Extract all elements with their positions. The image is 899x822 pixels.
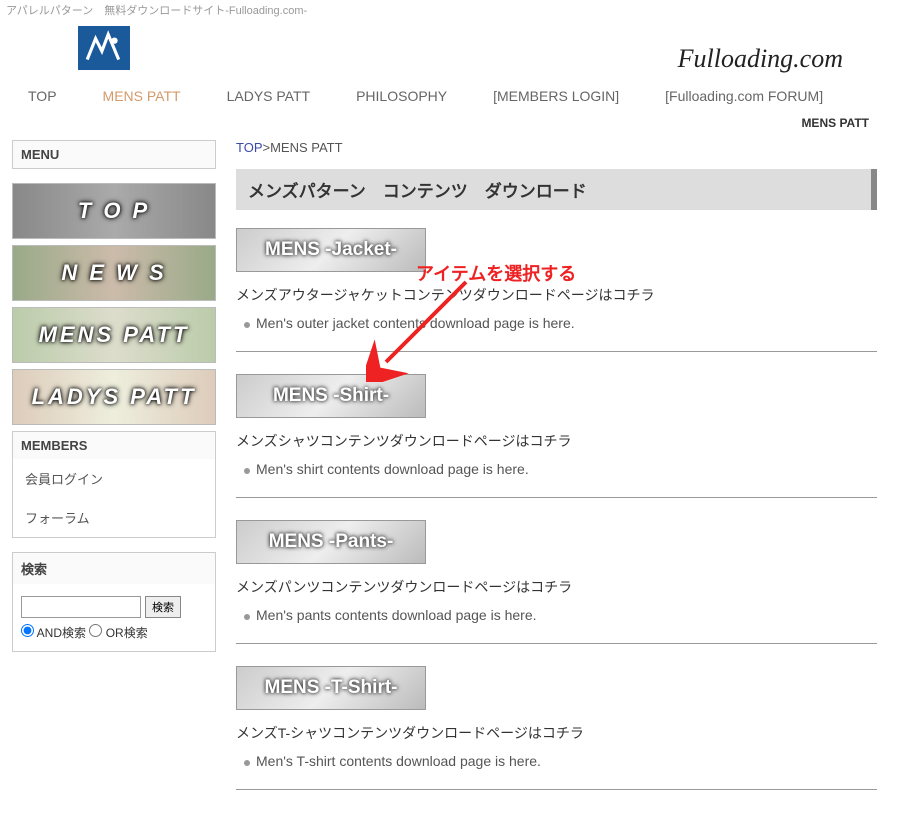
nav-members-login[interactable]: [MEMBERS LOGIN] [493, 88, 619, 104]
search-or-radio[interactable] [89, 624, 102, 637]
item-jacket: MENS -Jacket- メンズアウタージャケットコンテンツダウンロードページ… [236, 228, 877, 352]
members-forum-link[interactable]: フォーラム [13, 498, 215, 537]
nav-forum[interactable]: [Fulloading.com FORUM] [665, 88, 823, 104]
item-tshirt-button[interactable]: MENS -T-Shirt- [236, 666, 426, 710]
section-label: MENS PATT [0, 116, 899, 130]
item-shirt-caption: MENS -Shirt- [237, 375, 425, 417]
sidebar-mens-label: MENS PATT [13, 308, 215, 362]
sidebar: MENU T O P N E W S MENS PATT LADYS PATT … [12, 140, 216, 812]
search-and-label: AND検索 [37, 626, 86, 640]
brand-name: Fulloading.com [678, 44, 843, 74]
item-jacket-desc-en: Men's outer jacket contents download pag… [236, 315, 877, 331]
item-jacket-button[interactable]: MENS -Jacket- [236, 228, 426, 272]
members-login-link[interactable]: 会員ログイン [13, 459, 215, 498]
search-or-option[interactable]: OR検索 [89, 626, 147, 640]
logo[interactable] [78, 26, 130, 70]
search-and-radio[interactable] [21, 624, 34, 637]
sidebar-ladys-label: LADYS PATT [13, 370, 215, 424]
sidebar-members-title: MEMBERS [13, 432, 215, 459]
item-shirt-desc-en: Men's shirt contents download page is he… [236, 461, 877, 477]
item-jacket-desc-jp: メンズアウタージャケットコンテンツダウンロードページはコチラ [236, 285, 877, 305]
breadcrumb-top[interactable]: TOP [236, 140, 263, 155]
item-pants-desc-jp: メンズパンツコンテンツダウンロードページはコチラ [236, 577, 877, 597]
item-shirt: MENS -Shirt- メンズシャツコンテンツダウンロードページはコチラ Me… [236, 374, 877, 498]
search-button[interactable]: 検索 [145, 596, 181, 618]
site-tagline: アパレルパターン 無料ダウンロードサイト-Fulloading.com- [0, 0, 899, 20]
sidebar-top-label: T O P [13, 184, 215, 238]
item-shirt-desc-jp: メンズシャツコンテンツダウンロードページはコチラ [236, 431, 877, 451]
sidebar-top-button[interactable]: T O P [12, 183, 216, 239]
sidebar-ladys-button[interactable]: LADYS PATT [12, 369, 216, 425]
item-pants-caption: MENS -Pants- [237, 521, 425, 563]
item-jacket-caption: MENS -Jacket- [237, 229, 425, 271]
nav-ladys-patt[interactable]: LADYS PATT [227, 88, 311, 104]
sidebar-search-title: 検索 [13, 553, 215, 584]
breadcrumb-sep: > [263, 140, 271, 155]
search-and-option[interactable]: AND検索 [21, 626, 86, 640]
sidebar-menu-title: MENU [13, 141, 215, 168]
item-pants-button[interactable]: MENS -Pants- [236, 520, 426, 564]
item-tshirt-desc-jp: メンズT-シャツコンテンツダウンロードページはコチラ [236, 723, 877, 743]
search-input[interactable] [21, 596, 141, 618]
breadcrumb-current: MENS PATT [270, 140, 342, 155]
item-pants: MENS -Pants- メンズパンツコンテンツダウンロードページはコチラ Me… [236, 520, 877, 644]
header: Fulloading.com [0, 20, 899, 80]
item-tshirt: MENS -T-Shirt- メンズT-シャツコンテンツダウンロードページはコチ… [236, 666, 877, 790]
main-nav: TOP MENS PATT LADYS PATT PHILOSOPHY [MEM… [0, 80, 899, 116]
search-or-label: OR検索 [106, 626, 148, 640]
sidebar-news-button[interactable]: N E W S [12, 245, 216, 301]
item-tshirt-caption: MENS -T-Shirt- [237, 667, 425, 709]
item-pants-desc-en: Men's pants contents download page is he… [236, 607, 877, 623]
page-title: メンズパターン コンテンツ ダウンロード [236, 169, 877, 210]
nav-mens-patt[interactable]: MENS PATT [103, 88, 181, 104]
breadcrumb: TOP>MENS PATT [236, 140, 877, 155]
nav-top[interactable]: TOP [28, 88, 57, 104]
sidebar-news-label: N E W S [13, 246, 215, 300]
item-tshirt-desc-en: Men's T-shirt contents download page is … [236, 753, 877, 769]
main-content: TOP>MENS PATT メンズパターン コンテンツ ダウンロード MENS … [236, 140, 887, 812]
nav-philosophy[interactable]: PHILOSOPHY [356, 88, 447, 104]
item-shirt-button[interactable]: MENS -Shirt- [236, 374, 426, 418]
sidebar-mens-button[interactable]: MENS PATT [12, 307, 216, 363]
